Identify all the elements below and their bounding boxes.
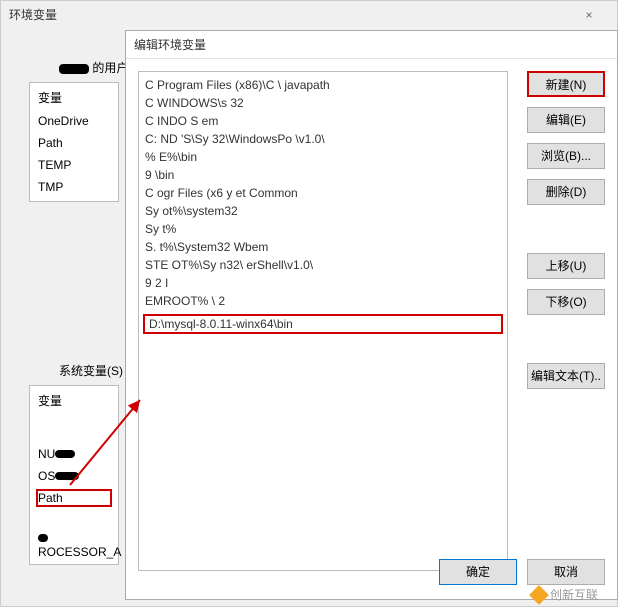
list-item[interactable]: Path [30,132,118,154]
bottom-buttons: 确定 取消 [439,559,605,585]
close-icon[interactable]: × [569,1,609,29]
path-entry[interactable]: % E%\bin [139,148,507,166]
movedown-button[interactable]: 下移(O) [527,289,605,315]
edit-env-var-window: 编辑环境变量 C Program Files (x86)\C \ javapat… [125,30,618,600]
new-button[interactable]: 新建(N) [527,71,605,97]
titlebar-parent: 环境变量 × [1,1,617,29]
ok-button[interactable]: 确定 [439,559,517,585]
path-entry[interactable]: C: ND 'S\Sy 32\WindowsPo \v1.0\ [139,130,507,148]
path-entry[interactable]: S. t%\System32 Wbem [139,238,507,256]
watermark-logo-icon [529,585,549,605]
path-entry[interactable]: C INDO S em [139,112,507,130]
list-item[interactable]: ROCESSOR_A [30,529,118,563]
list-item-path[interactable]: Path [36,489,112,507]
path-entry[interactable]: Sy t% [139,220,507,238]
path-entry[interactable]: EMROOT% \ 2 [139,292,507,310]
path-entry[interactable]: Sy ot%\system32 [139,202,507,220]
titlebar-edit: 编辑环境变量 [126,31,617,59]
list-item[interactable]: NU [30,443,118,465]
edittext-button[interactable]: 编辑文本(T).. [527,363,605,389]
list-item[interactable]: OS [30,465,118,487]
list-item[interactable]: TEMP [30,154,118,176]
browse-button[interactable]: 浏览(B)... [527,143,605,169]
user-vars-header: 变量 [30,85,118,110]
path-entry[interactable]: 9 \bin [139,166,507,184]
path-entry[interactable]: C ogr Files (x6 y et Common [139,184,507,202]
path-entry[interactable]: C Program Files (x86)\C \ javapath [139,76,507,94]
path-list[interactable]: C Program Files (x86)\C \ javapath C WIN… [138,71,508,571]
delete-button[interactable]: 删除(D) [527,179,605,205]
list-item[interactable]: TMP [30,176,118,198]
button-column: 新建(N) 编辑(E) 浏览(B)... 删除(D) 上移(U) 下移(O) 编… [527,71,605,389]
list-item[interactable]: OneDrive [30,110,118,132]
user-vars-list[interactable]: 变量 OneDrive Path TEMP TMP [29,82,119,202]
sys-vars-list[interactable]: 变量 NU OS Path ROCESSOR_A [29,385,119,565]
path-entry[interactable]: C WINDOWS\s 32 [139,94,507,112]
sys-vars-header: 变量 [30,388,118,413]
cancel-button[interactable]: 取消 [527,559,605,585]
watermark: 创新互联 [532,586,598,603]
path-entry-highlighted[interactable]: D:\mysql-8.0.11-winx64\bin [143,314,503,334]
moveup-button[interactable]: 上移(U) [527,253,605,279]
window-title: 编辑环境变量 [134,31,206,59]
path-entry[interactable]: STE OT%\Sy n32\ erShell\v1.0\ [139,256,507,274]
path-entry[interactable]: 9 2 I [139,274,507,292]
window-title: 环境变量 [9,1,57,29]
edit-button[interactable]: 编辑(E) [527,107,605,133]
